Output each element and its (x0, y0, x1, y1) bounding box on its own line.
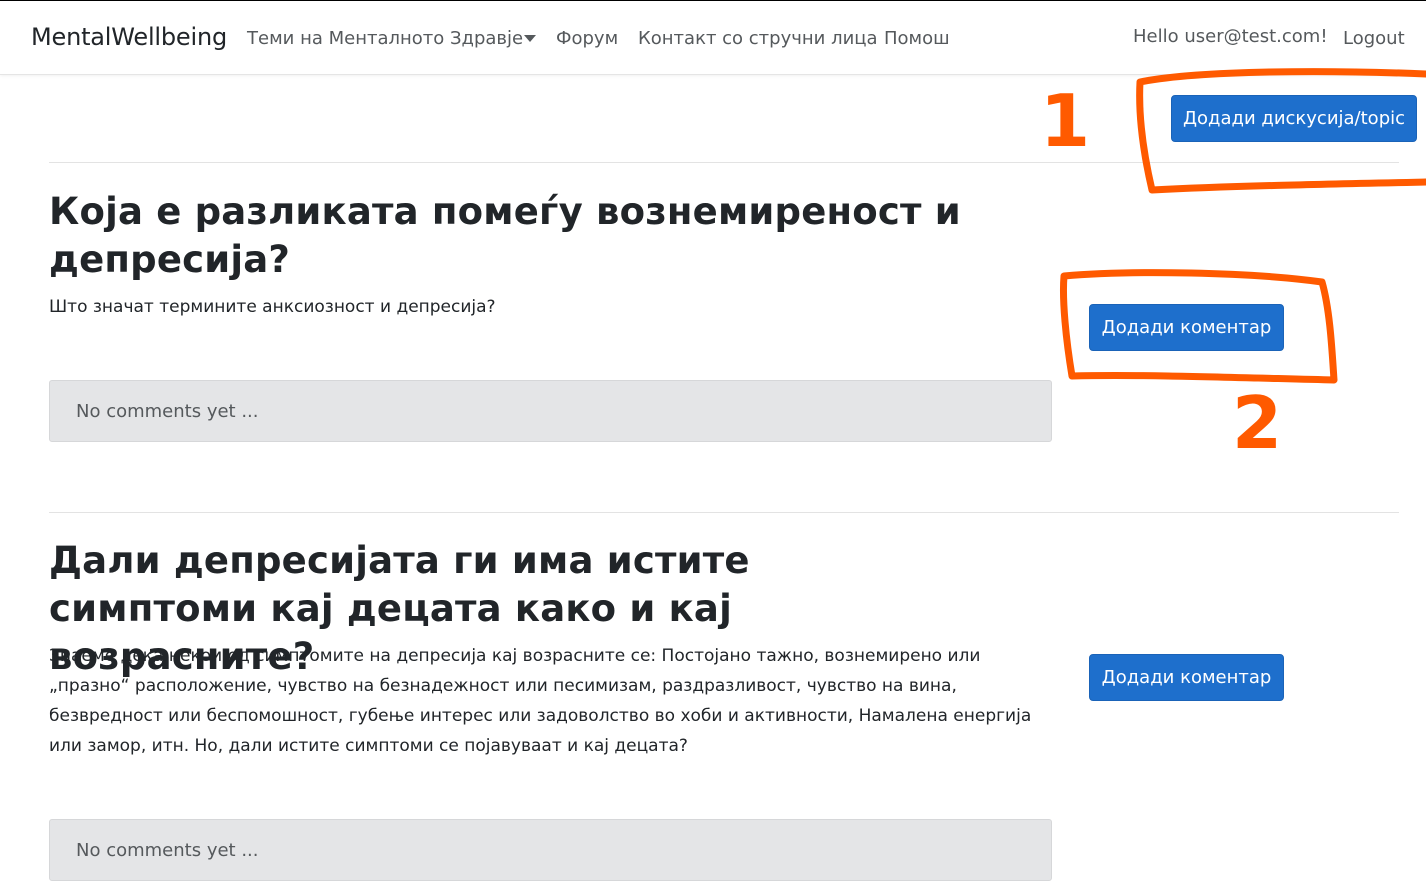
user-greeting: Hello user@test.com! (1133, 26, 1328, 47)
no-comments-text: No comments yet ... (76, 840, 259, 861)
topic-title: Која е разликата помеѓу вознемиреност и … (49, 190, 961, 281)
no-comments-text: No comments yet ... (76, 401, 259, 422)
nav-contact[interactable]: Контакт со стручни лица (638, 28, 878, 49)
topic-description: Што значат термините анксиозност и депре… (49, 297, 496, 317)
nav-help[interactable]: Помош (884, 28, 950, 49)
chevron-down-icon[interactable] (524, 35, 536, 42)
add-comment-button[interactable]: Додади коментар (1089, 654, 1284, 701)
annotation-number-2: 2 (1232, 381, 1282, 465)
divider (49, 162, 1399, 163)
nav-forum[interactable]: Форум (556, 28, 618, 49)
comments-box: No comments yet ... (49, 380, 1052, 442)
nav-topics-dropdown[interactable]: Теми на Менталното Здравје (247, 28, 523, 49)
annotation-number-1: 1 (1040, 79, 1090, 163)
logout-link[interactable]: Logout (1343, 28, 1405, 49)
divider (49, 512, 1399, 513)
comments-box: No comments yet ... (49, 819, 1052, 881)
topic-description: Знаеме дека некои од симптомите на депре… (49, 646, 1032, 756)
add-topic-button[interactable]: Додади дискусија/topic (1171, 95, 1417, 142)
top-navbar: MentalWellbeing Теми на Менталното Здрав… (0, 0, 1426, 75)
brand-link[interactable]: MentalWellbeing (31, 23, 227, 51)
add-comment-button[interactable]: Додади коментар (1089, 304, 1284, 351)
